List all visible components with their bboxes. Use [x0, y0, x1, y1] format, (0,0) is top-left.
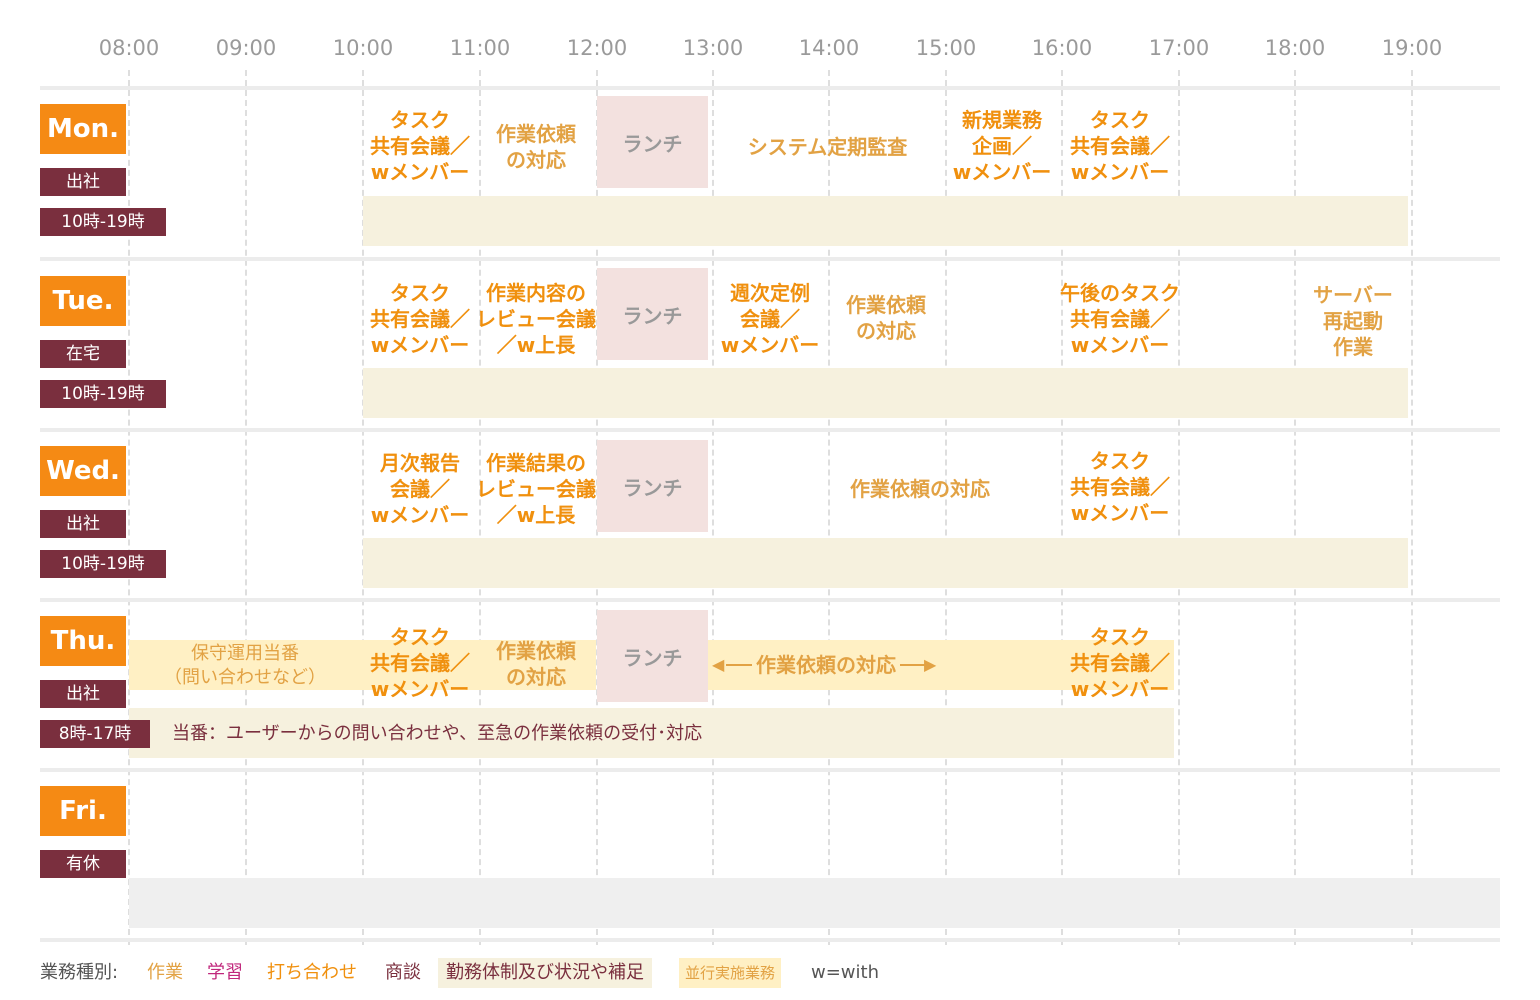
row-separator: [40, 938, 1500, 942]
event-meeting: 作業結果の レビュー会議 ／w上長: [476, 451, 596, 527]
lunch-block: ランチ: [597, 610, 708, 702]
legend-item-with: w=with: [811, 962, 879, 983]
hour-label: 10:00: [332, 36, 394, 60]
hour-label: 08:00: [98, 36, 160, 60]
lunch-block: ランチ: [597, 268, 708, 360]
work-status-tag: 出社: [40, 680, 126, 708]
hour-label: 12:00: [566, 36, 628, 60]
event-meeting: 午後のタスク 共有会議／ wメンバー: [1060, 281, 1180, 357]
work-status-tag: 出社: [40, 510, 126, 538]
day-label: Fri.: [40, 786, 126, 836]
legend-title: 業務種別:: [40, 962, 119, 983]
day-label: Mon.: [40, 104, 126, 154]
hour-label: 19:00: [1381, 36, 1443, 60]
legend-item-study: 学習: [207, 962, 243, 983]
hour-label: 18:00: [1264, 36, 1326, 60]
hour-label: 13:00: [682, 36, 744, 60]
event-meeting: タスク 共有会議／ wメンバー: [370, 625, 470, 701]
event-meeting: タスク 共有会議／ wメンバー: [370, 108, 470, 184]
day-label: Wed.: [40, 446, 126, 496]
legend-item-work: 作業: [147, 962, 183, 983]
event-work: 作業依頼 の対応: [846, 293, 926, 343]
legend-item-sales: 商談: [385, 962, 421, 983]
event-meeting: タスク 共有会議／ wメンバー: [1070, 449, 1170, 525]
duty-note: 当番：ユーザーからの問い合わせや、至急の作業依頼の受付･対応: [172, 723, 703, 744]
lunch-block: ランチ: [597, 96, 708, 188]
row-separator: [40, 86, 1500, 90]
event-meeting: 週次定例 会議／ wメンバー: [720, 281, 820, 357]
hour-label: 17:00: [1148, 36, 1210, 60]
work-status-tag: 在宅: [40, 340, 126, 368]
lunch-block: ランチ: [597, 440, 708, 532]
paid-leave-band: [129, 878, 1500, 928]
event-meeting: 作業内容の レビュー会議 ／w上長: [476, 281, 596, 357]
work-hours-band: [363, 368, 1408, 418]
event-meeting: タスク 共有会議／ wメンバー: [1070, 625, 1170, 701]
work-hours-tag: 10時-19時: [40, 380, 166, 408]
day-label: Thu.: [40, 616, 126, 666]
arrow-shaft: [900, 664, 926, 666]
row-separator: [40, 428, 1500, 432]
legend-item-parallel: 並行実施業務: [679, 958, 782, 988]
work-hours-band: [363, 538, 1408, 588]
work-hours-tag: 10時-19時: [40, 550, 166, 578]
day-label: Tue.: [40, 276, 126, 326]
event-meeting: タスク 共有会議／ wメンバー: [1070, 108, 1170, 184]
arrow-span: ◀ 作業依頼の対応 ▶: [712, 652, 940, 678]
arrow-label: 作業依頼の対応: [756, 653, 896, 677]
event-work: システム定期監査: [747, 135, 908, 159]
arrow-left-icon: ◀: [712, 655, 725, 674]
legend-item-note: 勤務体制及び状況や補足: [438, 958, 652, 988]
row-separator: [40, 598, 1500, 602]
event-work: 作業依頼 の対応: [496, 639, 576, 689]
work-hours-band: [363, 196, 1408, 246]
event-work: 作業依頼の対応: [850, 477, 990, 501]
work-hours-tag: 8時-17時: [40, 720, 150, 748]
grid-line: [1411, 70, 1413, 945]
row-separator: [40, 257, 1500, 261]
hour-label: 15:00: [915, 36, 977, 60]
grid-line: [128, 70, 130, 945]
legend-item-meeting: 打ち合わせ: [267, 962, 357, 983]
hour-label: 09:00: [215, 36, 277, 60]
hour-label: 14:00: [798, 36, 860, 60]
hour-label: 11:00: [449, 36, 511, 60]
grid-line: [245, 70, 247, 945]
event-work: 作業依頼 の対応: [496, 122, 576, 172]
arrow-right-icon: ▶: [924, 655, 937, 674]
event-work: サーバー 再起動 作業: [1313, 283, 1393, 359]
hour-label: 16:00: [1031, 36, 1093, 60]
work-status-tag: 有休: [40, 850, 126, 878]
duty-label: 保守運用当番 （問い合わせなど）: [164, 643, 326, 688]
arrow-shaft: [726, 664, 752, 666]
row-separator: [40, 768, 1500, 772]
work-status-tag: 出社: [40, 168, 126, 196]
work-hours-tag: 10時-19時: [40, 208, 166, 236]
